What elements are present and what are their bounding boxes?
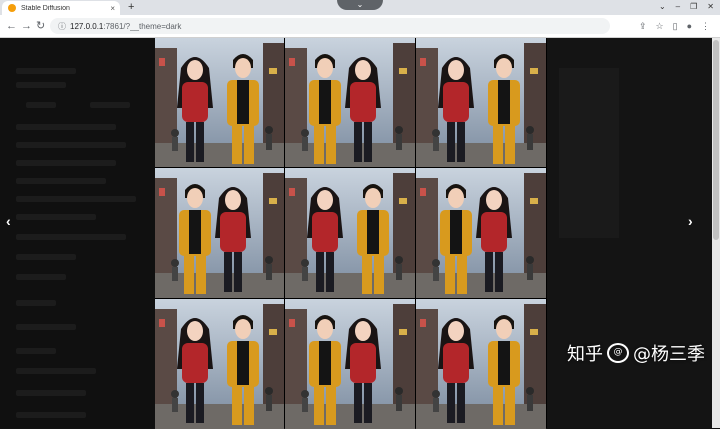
reload-icon[interactable]: ↻ [36,18,45,34]
chevron-down-icon[interactable]: ⌄ [337,0,383,10]
generated-image-9[interactable] [416,299,546,429]
info-icon[interactable]: ⓘ [58,21,66,32]
generated-image-1[interactable] [155,38,284,167]
watermark: 知乎 @ @杨三季 [567,340,705,366]
share-icon[interactable]: ⇪ [639,18,647,34]
tab-search-icon[interactable]: ⌄ [659,0,666,14]
scrollbar-thumb[interactable] [713,40,719,240]
image-grid [155,38,547,429]
profile-icon[interactable]: ● [687,18,692,34]
minimize-icon[interactable]: – [676,0,680,14]
generated-image-7[interactable] [155,299,284,429]
generated-image-8[interactable] [285,299,415,429]
address-bar: ← → ↻ ⓘ 127.0.0.1:7861/?__theme=dark ⇪ ☆… [0,15,720,38]
tab-close-icon[interactable]: × [110,4,115,13]
watermark-logo-icon: @ [607,343,629,363]
generated-image-5[interactable] [285,168,415,298]
maximize-icon[interactable]: ❐ [690,0,697,14]
favicon-icon [8,4,16,12]
close-window-icon[interactable]: ✕ [707,0,714,14]
browser-tab[interactable]: Stable Diffusion × [2,1,120,15]
menu-icon[interactable]: ⋮ [701,18,710,34]
forward-icon[interactable]: → [21,18,32,34]
tab-title: Stable Diffusion [21,4,70,12]
watermark-author: @杨三季 [633,344,705,365]
generated-image-2[interactable] [285,38,415,167]
page [0,38,712,429]
title-bar: Stable Diffusion × + ⌄ ⌄ – ❐ ✕ [0,0,720,15]
generated-image-3[interactable] [416,38,546,167]
generated-image-4[interactable] [155,168,284,298]
watermark-site: 知乎 [567,344,603,365]
next-image-button[interactable]: › [688,213,693,229]
generated-image-6[interactable] [416,168,546,298]
dimmed-right-panel [547,38,712,428]
previous-image-button[interactable]: ‹ [6,213,11,229]
url-input[interactable]: ⓘ 127.0.0.1:7861/?__theme=dark [50,18,610,34]
bookmark-star-icon[interactable]: ☆ [656,18,664,34]
new-tab-button[interactable]: + [128,0,134,15]
dimmed-left-panel [0,38,155,428]
window-controls: ⌄ – ❐ ✕ [659,0,714,14]
url-text: 127.0.0.1:7861/?__theme=dark [70,21,182,31]
back-icon[interactable]: ← [6,18,17,34]
sidepanel-icon[interactable]: ▯ [673,18,678,34]
